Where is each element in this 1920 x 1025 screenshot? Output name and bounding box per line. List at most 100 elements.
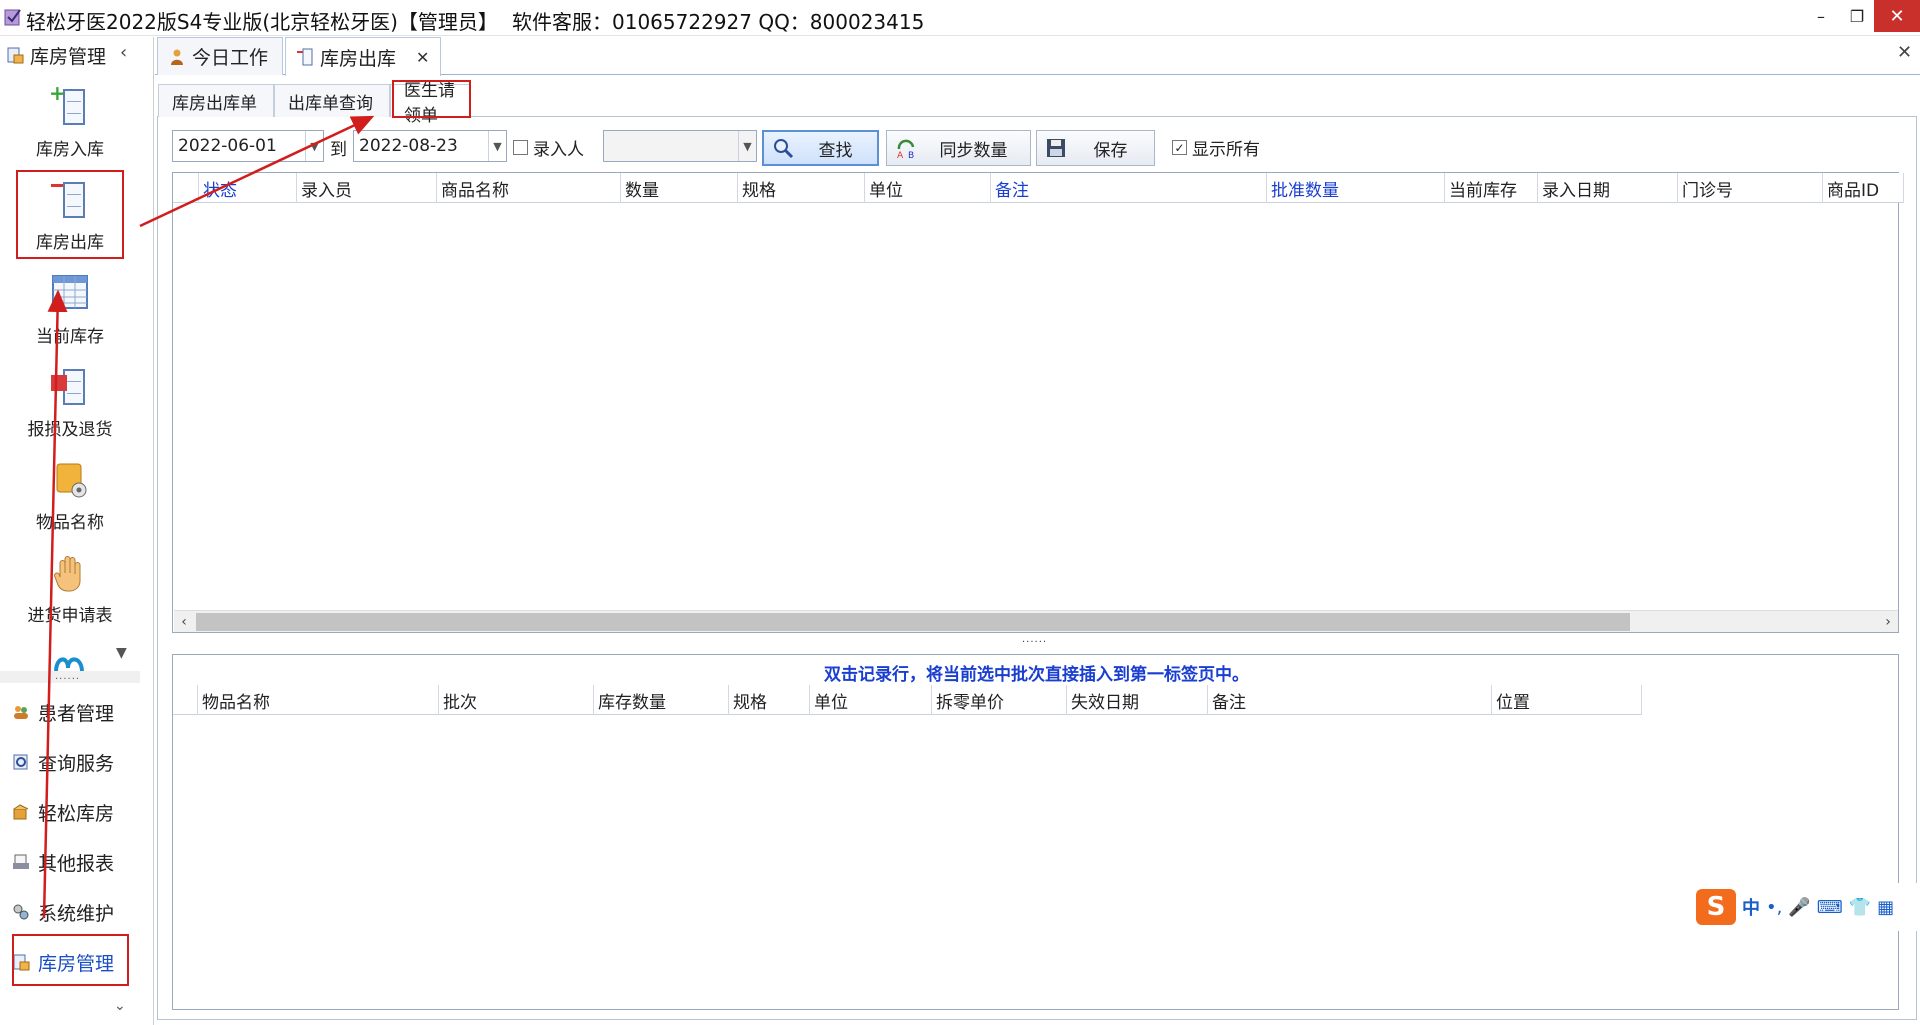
nav-scroll-down-caret[interactable]: ⌄ [114,998,126,1014]
nav-header: 库房管理 [6,42,106,68]
requisition-grid[interactable]: 状态 录入员 商品名称 数量 规格 单位 备注 批准数量 当前库存 录入日期 门… [172,172,1904,633]
to-label: 到 [330,140,347,160]
column-header[interactable]: 拆零单价 [932,685,1067,715]
subtab-stock-out-query[interactable]: 出库单查询 [274,84,390,117]
tab-stock-out[interactable]: 库房出库 ✕ [285,37,441,76]
column-header[interactable]: 单位 [810,685,932,715]
query-icon [13,754,28,770]
tab-today-work[interactable]: 今日工作 [157,37,283,75]
stock-in-icon: + [47,81,93,131]
save-button[interactable]: 保存 [1036,130,1155,166]
splitter-dots: ...... [55,671,81,682]
svg-text:B: B [908,151,914,159]
module-warehouse[interactable]: 轻松库房 [12,794,114,830]
nav-item-stock-in[interactable]: + 库房入库 [0,81,140,160]
column-header[interactable]: 规格 [729,685,810,715]
sync-icon: AB [897,139,915,159]
module-reports[interactable]: 其他报表 [12,844,114,880]
date-from-picker[interactable]: 2022-06-01 ▼ [172,130,324,162]
magnifier-icon [774,139,794,159]
close-tab-icon[interactable]: ✕ [416,48,429,67]
microphone-icon[interactable]: 🎤 [1788,897,1810,918]
sogou-logo-icon[interactable]: S [1696,889,1736,925]
svg-text:A: A [897,151,904,159]
column-header[interactable]: 当前库存 [1445,173,1538,203]
grid-header: 状态 录入员 商品名称 数量 规格 单位 备注 批准数量 当前库存 录入日期 门… [173,173,1904,203]
scrollbar-thumb[interactable] [196,613,1630,631]
skin-icon[interactable]: 👕 [1849,897,1871,918]
storage-icon [7,47,24,64]
subtab-stock-out-form[interactable]: 库房出库单 [158,84,274,117]
nav-item-inventory[interactable]: 当前库存 [0,272,140,347]
inventory-table-icon [47,272,93,318]
close-window-button[interactable]: ✕ [1874,0,1920,32]
entry-person-checkbox[interactable] [513,140,528,155]
window-title: 轻松牙医2022版S4专业版(北京轻松牙医)【管理员】 [26,10,498,34]
nav-item-item-names[interactable]: 物品名称 [0,458,140,533]
show-all-checkbox[interactable]: ✓ [1172,140,1187,155]
grid-header: 物品名称 批次 库存数量 规格 单位 拆零单价 失效日期 备注 位置 [173,685,1642,715]
chevron-down-icon[interactable]: ▼ [488,131,506,161]
module-label: 查询服务 [38,752,115,775]
hand-icon [47,551,93,597]
nav-item-label: 报损及退货 [27,420,113,440]
column-header[interactable]: 门诊号 [1678,173,1823,203]
restore-button[interactable]: ❐ [1836,0,1878,32]
entry-person-toggle[interactable]: 录入人 [513,135,584,160]
scroll-right-arrow-icon[interactable]: › [1878,611,1898,633]
column-header[interactable]: 库存数量 [594,685,729,715]
column-header[interactable]: 批准数量 [1267,173,1445,203]
punctuation-icon[interactable]: •, [1766,897,1782,918]
batch-grid[interactable]: 物品名称 批次 库存数量 规格 单位 拆零单价 失效日期 备注 位置 [172,654,1899,1010]
chevron-down-icon[interactable]: ▼ [738,131,756,161]
warehouse-icon [13,804,29,820]
ime-toolbar[interactable]: S 中 •, 🎤 ⌨ 👕 ▦ [1696,883,1920,931]
nav-item-damage-return[interactable]: 报损及退货 [0,365,140,440]
show-all-toggle[interactable]: ✓ 显示所有 [1172,135,1260,160]
more-items-caret[interactable]: ▼ [116,645,127,661]
entry-person-select[interactable]: ▼ [603,130,757,162]
date-to-picker[interactable]: 2022-08-23 ▼ [353,130,507,162]
ime-mode-chinese[interactable]: 中 [1742,894,1760,920]
nav-splitter[interactable]: ...... [0,671,140,683]
column-header[interactable]: 备注 [991,173,1267,203]
date-to-value: 2022-08-23 [359,136,458,156]
column-header[interactable]: 录入日期 [1538,173,1678,203]
column-header[interactable]: 物品名称 [198,685,439,715]
column-header[interactable]: 录入员 [297,173,437,203]
column-header[interactable]: 失效日期 [1067,685,1208,715]
keyboard-icon[interactable]: ⌨ [1817,897,1843,918]
tab-label: 今日工作 [192,47,269,69]
column-header[interactable]: 商品ID [1823,173,1904,203]
module-patients[interactable]: 患者管理 [12,694,114,730]
column-header[interactable]: 规格 [738,173,865,203]
module-maintenance[interactable]: 系统维护 [12,894,114,930]
grid-caption: 双击记录行，将当前选中批次直接插入到第一标签页中。 [824,665,1249,685]
collapse-nav-button[interactable]: ‹ [120,42,127,63]
search-button[interactable]: 查找 [762,130,879,166]
apps-grid-icon[interactable]: ▦ [1877,897,1894,918]
nav-item-purchase-request[interactable]: 进货申请表 [0,551,140,626]
column-header[interactable]: 数量 [621,173,738,203]
nav-item-label: 库房入库 [36,140,104,160]
sync-quantity-button[interactable]: AB 同步数量 [886,130,1031,166]
nav-item-label: 进货申请表 [27,606,113,626]
nav-item-label: 当前库存 [36,327,104,347]
panel-splitter[interactable]: ...... [1022,634,1047,645]
column-header[interactable]: 商品名称 [437,173,621,203]
date-from-value: 2022-06-01 [178,136,277,156]
column-header[interactable]: 备注 [1208,685,1492,715]
chevron-down-icon[interactable]: ▼ [305,131,323,161]
stock-out-icon [297,48,313,66]
column-header[interactable]: 单位 [865,173,991,203]
module-label: 系统维护 [38,902,115,925]
column-header[interactable]: 状态 [199,173,297,203]
column-header[interactable]: 位置 [1492,685,1642,715]
row-indicator-header [173,173,199,203]
module-query[interactable]: 查询服务 [12,744,114,780]
close-all-tabs-icon[interactable]: ✕ [1897,42,1912,63]
column-header[interactable]: 批次 [439,685,594,715]
horizontal-scrollbar[interactable]: ‹ › [174,610,1898,632]
scroll-left-arrow-icon[interactable]: ‹ [174,611,194,633]
save-button-label: 保存 [1093,140,1128,161]
